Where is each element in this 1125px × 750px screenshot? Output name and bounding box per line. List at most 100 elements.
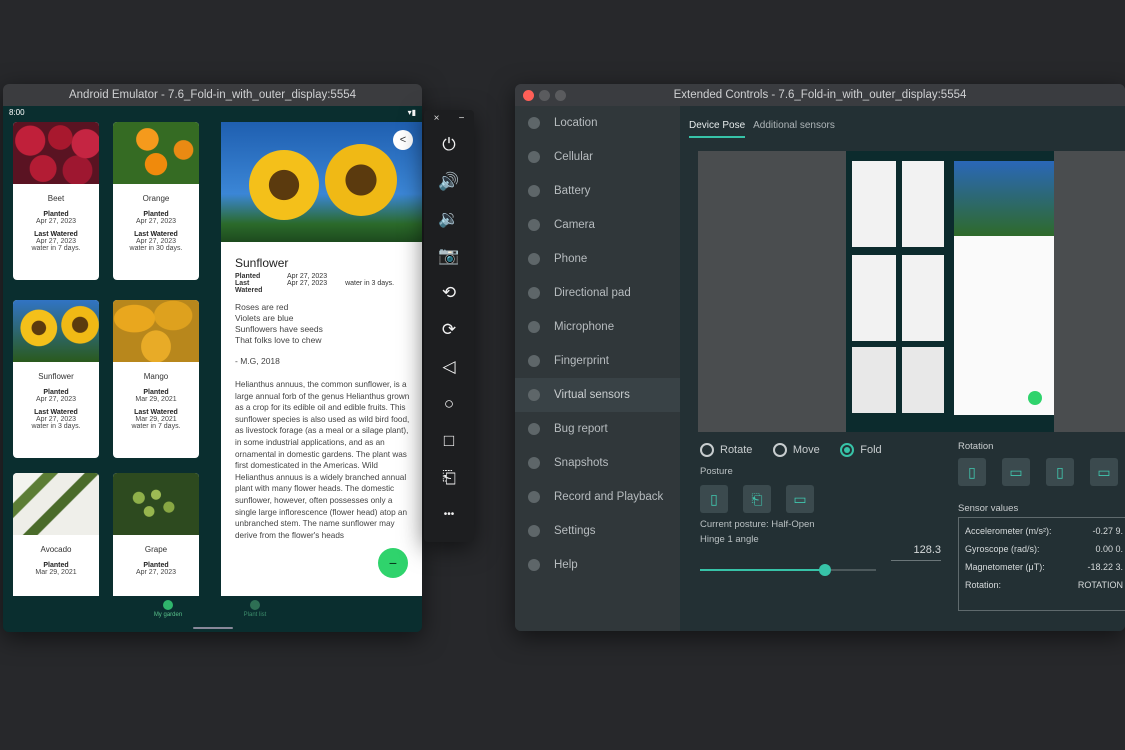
record-and-playback-icon (528, 491, 540, 503)
rotation-reverse-portrait-button[interactable]: ▯ (1046, 458, 1074, 486)
mode-move-radio[interactable]: Move (772, 443, 820, 457)
camera-button[interactable]: 📷 (424, 237, 474, 274)
add-fab-button[interactable]: − (378, 548, 408, 578)
sidebar-item-battery[interactable]: Battery (515, 174, 680, 208)
share-icon[interactable]: < (393, 130, 413, 150)
sensor-row: Magnetometer (μT): -18.22 3. (959, 558, 1125, 576)
planted-date: Apr 27, 2023 (287, 273, 328, 280)
rotation-portrait-button[interactable]: ▯ (958, 458, 986, 486)
posture-closed-icon: ▯ (710, 490, 718, 507)
sensor-value: 0.00 0. (1095, 544, 1123, 554)
plant-card-beet[interactable]: Beet Planted Apr 27, 2023 Last Watered A… (13, 122, 99, 280)
sidebar-item-label: Phone (554, 253, 588, 265)
posture-half-open-icon: ⎗ (751, 490, 763, 507)
sensor-values-box: Accelerometer (m/s²): -0.27 9. Gyroscope … (958, 517, 1125, 611)
rotation-reverse-landscape-button[interactable]: ▭ (1090, 458, 1118, 486)
planted-label: Planted (143, 211, 169, 218)
planted-label: Planted (143, 562, 169, 569)
posture-half-open-button[interactable]: ⎗ (743, 485, 771, 513)
plant-card-orange[interactable]: Orange Planted Apr 27, 2023 Last Watered… (113, 122, 199, 280)
plant-card-sunflower[interactable]: Sunflower Planted Apr 27, 2023 Last Wate… (13, 300, 99, 458)
rotation-landscape-button[interactable]: ▭ (1002, 458, 1030, 486)
power-button[interactable]: ⏻ (424, 126, 474, 163)
hinge-slider-thumb[interactable] (818, 564, 831, 576)
toolbar-buttons: ⏻ 🔊 🔉 📷 ⟲ ⟳ ◁ ○ □ ⎗ ••• (424, 126, 474, 533)
phone-icon (528, 253, 540, 265)
mode-rotate-radio[interactable]: Rotate (700, 443, 752, 457)
rotate-left-button[interactable]: ⟲ (424, 274, 474, 311)
sidebar-item-cellular[interactable]: Cellular (515, 140, 680, 174)
back-button[interactable]: ◁ (424, 348, 474, 385)
plant-card-mango[interactable]: Mango Planted Mar 29, 2021 Last Watered … (113, 300, 199, 458)
bug-report-icon (528, 423, 540, 435)
mode-fold-radio[interactable]: Fold (840, 443, 882, 457)
sidebar-item-label: Camera (554, 219, 595, 231)
sidebar-item-fingerprint[interactable]: Fingerprint (515, 344, 680, 378)
radio-label: Rotate (720, 444, 753, 456)
detail-title: Sunflower (235, 256, 289, 270)
sidebar-item-camera[interactable]: Camera (515, 208, 680, 242)
sidebar-item-help[interactable]: Help (515, 548, 680, 582)
planted-label: Planted (43, 562, 69, 569)
sidebar-item-record-and-playback[interactable]: Record and Playback (515, 480, 680, 514)
hinge-angle-value-field[interactable]: 128.3 (891, 544, 941, 561)
overview-button[interactable]: □ (424, 422, 474, 459)
watered-label: Last Watered (134, 231, 178, 238)
rotate-right-button[interactable]: ⟳ (424, 311, 474, 348)
sidebar-item-phone[interactable]: Phone (515, 242, 680, 276)
reverse-portrait-icon: ▯ (1056, 463, 1064, 480)
sidebar-item-label: Record and Playback (554, 491, 664, 503)
sidebar-item-label: Help (554, 559, 578, 571)
extended-sidebar: Location Cellular Battery Camera Phone Direct… (515, 106, 680, 631)
more-button[interactable]: ••• (424, 496, 474, 533)
sidebar-item-directional-pad[interactable]: Directional pad (515, 276, 680, 310)
sunflower-photo (13, 300, 99, 362)
status-bar: 8:00 ▾▮ (3, 106, 422, 118)
plant-detail-pane: < Sunflower Planted Apr 27, 2023 Last Wa… (221, 122, 422, 598)
device-pose-viewport[interactable] (698, 151, 1125, 432)
tab-device-pose[interactable]: Device Pose (689, 120, 746, 138)
minimize-icon[interactable]: − (459, 113, 465, 124)
close-icon[interactable]: × (434, 113, 440, 124)
volume-up-button[interactable]: 🔊 (424, 163, 474, 200)
nav-label: My garden (153, 612, 183, 618)
plant-card-grape[interactable]: Grape Planted Apr 27, 2023 (113, 473, 199, 610)
sensor-row: Gyroscope (rad/s): 0.00 0. (959, 540, 1125, 558)
phone-screen: 8:00 ▾▮ Beet Planted Apr 27, 2023 Last W… (3, 106, 422, 632)
volume-down-button[interactable]: 🔉 (424, 200, 474, 237)
sidebar-item-location[interactable]: Location (515, 106, 680, 140)
fold-button[interactable]: ⎗ (424, 459, 474, 496)
watered-label: Last Watered (134, 409, 178, 416)
plant-name: Sunflower (38, 372, 74, 381)
volume-down-icon: 🔉 (438, 208, 460, 228)
plant-card-avocado[interactable]: Avocado Planted Mar 29, 2021 (13, 473, 99, 610)
water-note: water in 3 days. (345, 280, 395, 287)
nav-my-garden[interactable]: My garden (138, 600, 198, 618)
toolbar-window-controls: × − (424, 110, 474, 126)
sidebar-item-virtual-sensors[interactable]: Virtual sensors (515, 378, 680, 412)
plant-name: Orange (142, 194, 170, 203)
minimize-window-icon[interactable] (539, 90, 550, 101)
sidebar-item-snapshots[interactable]: Snapshots (515, 446, 680, 480)
sensor-label: Rotation: (965, 580, 1002, 590)
battery-icon: ▾▮ (407, 107, 416, 117)
sidebar-item-settings[interactable]: Settings (515, 514, 680, 548)
planted-date: Mar 29, 2021 (35, 569, 77, 576)
sidebar-item-bug-report[interactable]: Bug report (515, 412, 680, 446)
sensor-tabs: Device Pose Additional sensors (689, 120, 835, 138)
posture-open-button[interactable]: ▭ (786, 485, 814, 513)
emulator-toolbar: × − ⏻ 🔊 🔉 📷 ⟲ ⟳ ◁ ○ □ ⎗ ••• (424, 110, 474, 542)
camera-icon (528, 219, 540, 231)
nav-plant-list[interactable]: Plant list (225, 600, 285, 618)
reverse-landscape-icon: ▭ (1097, 463, 1111, 480)
detail-watered-row: Last Watered Apr 27, 2023 water in 3 day… (235, 280, 422, 294)
home-button[interactable]: ○ (424, 385, 474, 422)
close-window-icon[interactable] (523, 90, 534, 101)
hinge-slider-track[interactable] (700, 564, 876, 576)
tab-additional-sensors[interactable]: Additional sensors (753, 120, 835, 138)
sidebar-item-microphone[interactable]: Microphone (515, 310, 680, 344)
posture-closed-button[interactable]: ▯ (700, 485, 728, 513)
sensor-label: Accelerometer (m/s²): (965, 526, 1052, 536)
zoom-window-icon[interactable] (555, 90, 566, 101)
water-note: water in 3 days. (31, 423, 81, 430)
